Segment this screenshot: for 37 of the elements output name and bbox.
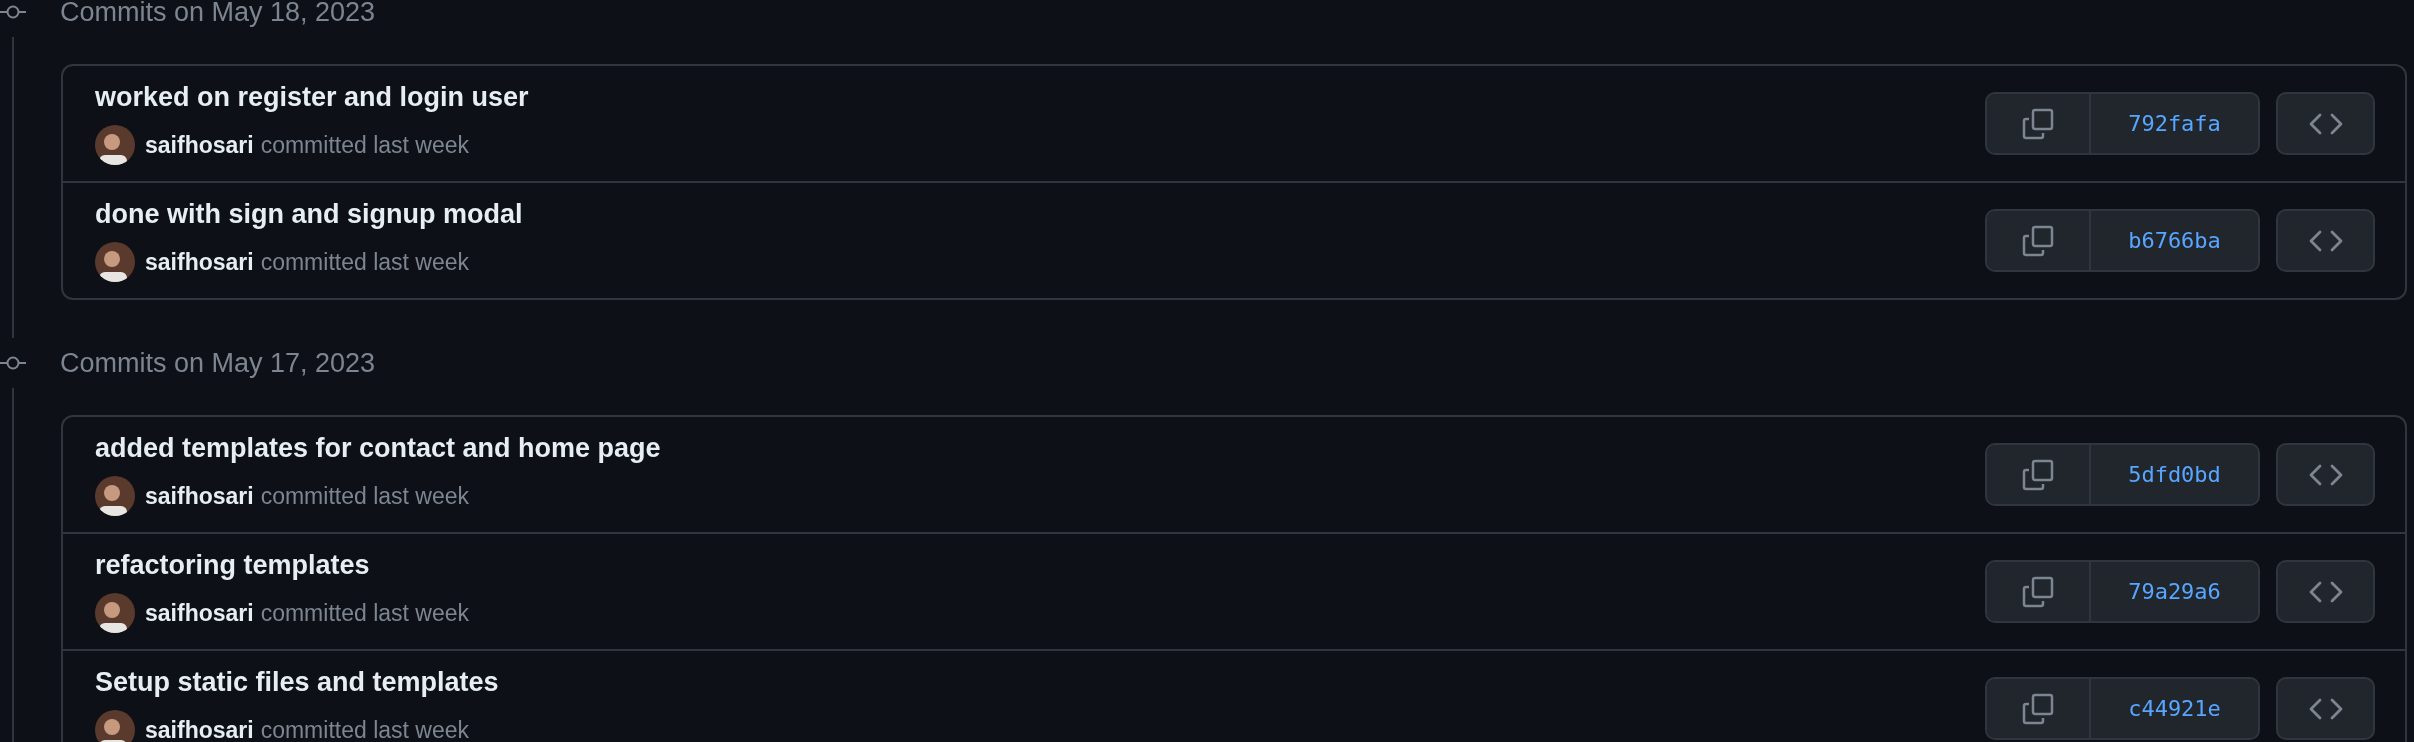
date-heading: Commits on May 17, 2023: [60, 347, 376, 379]
copy-sha-button[interactable]: [1987, 211, 2091, 270]
code-icon: [2308, 697, 2343, 720]
copy-icon: [2022, 224, 2054, 257]
commit-message-link[interactable]: refactoring templates: [95, 550, 1985, 581]
author-link[interactable]: saifhosari: [145, 131, 254, 159]
avatar-icon[interactable]: [95, 242, 135, 282]
code-icon: [2308, 229, 2343, 252]
copy-icon: [2022, 458, 2054, 491]
commit-message-link[interactable]: added templates for contact and home page: [95, 433, 1985, 464]
author-link[interactable]: saifhosari: [145, 716, 254, 742]
commit-time: committed last week: [260, 248, 469, 276]
commit-time: committed last week: [260, 599, 469, 627]
commit-message-link[interactable]: done with sign and signup modal: [95, 199, 1985, 230]
avatar-icon[interactable]: [95, 593, 135, 633]
author-link[interactable]: saifhosari: [145, 248, 254, 276]
copy-sha-button[interactable]: [1987, 679, 2091, 738]
avatar-icon[interactable]: [95, 710, 135, 742]
author-link[interactable]: saifhosari: [145, 599, 254, 627]
commit-time: committed last week: [260, 131, 469, 159]
copy-sha-button[interactable]: [1987, 445, 2091, 504]
copy-icon: [2022, 575, 2054, 608]
avatar-icon[interactable]: [95, 125, 135, 165]
author-link[interactable]: saifhosari: [145, 482, 254, 510]
commit-time: committed last week: [260, 716, 469, 742]
date-heading: Commits on May 18, 2023: [60, 0, 376, 28]
commit-time: committed last week: [260, 482, 469, 510]
copy-sha-button[interactable]: [1987, 562, 2091, 621]
code-icon: [2308, 580, 2343, 603]
avatar-icon[interactable]: [95, 476, 135, 516]
code-icon: [2308, 463, 2343, 486]
commit-message-link[interactable]: Setup static files and templates: [95, 667, 1985, 698]
code-icon: [2308, 112, 2343, 135]
copy-icon: [2022, 107, 2054, 140]
copy-sha-button[interactable]: [1987, 94, 2091, 153]
commit-message-link[interactable]: worked on register and login user: [95, 82, 1985, 113]
copy-icon: [2022, 692, 2054, 725]
